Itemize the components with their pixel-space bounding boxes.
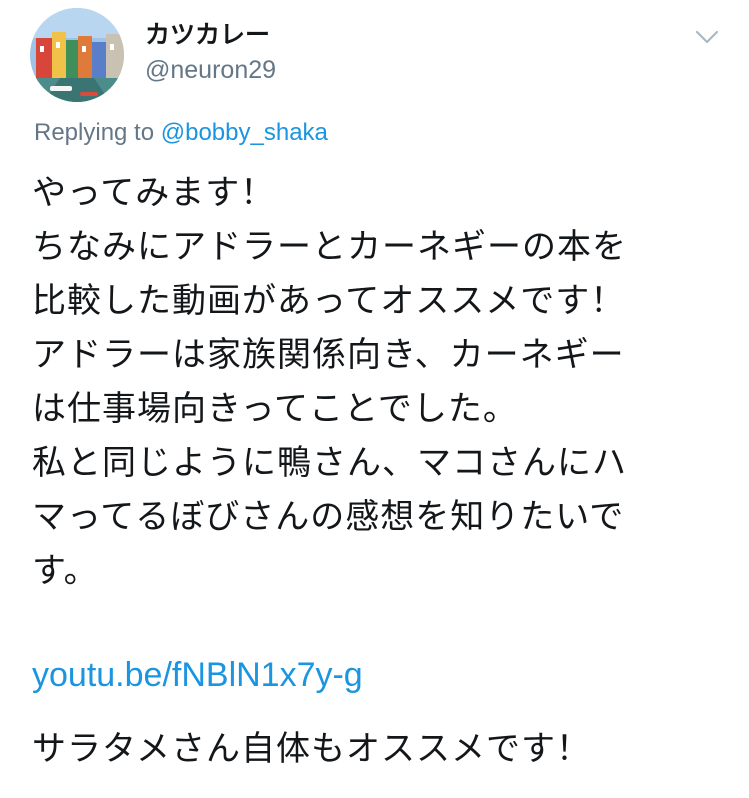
replying-to: Replying to @bobby_shaka: [34, 118, 328, 148]
avatar[interactable]: [30, 8, 124, 102]
author-handle[interactable]: @neuron29: [145, 55, 276, 85]
replying-to-label: Replying to: [34, 119, 161, 146]
tweet-text-line: 私と同じように鴨さん、マコさんにハ: [32, 443, 627, 483]
tweet-text: やってみます！ ちなみにアドラーとカーネギーの本を 比較した動画があってオススメ…: [32, 166, 732, 598]
tweet-text-line: す。: [32, 551, 99, 591]
tweet-text-last-line: サラタメさん自体もオススメです！: [32, 729, 591, 769]
youtube-link[interactable]: youtu.be/fNBlN1x7y-g: [32, 650, 363, 700]
tweet-text-line: 比較した動画があってオススメです！: [32, 281, 626, 321]
tweet: カツカレー @neuron29 Replying to @bobby_shaka…: [0, 0, 749, 798]
tweet-text-line: マってるぼびさんの感想を知りたいで: [32, 497, 625, 537]
tweet-text-line: やってみます！: [32, 173, 276, 213]
tweet-text-line: ちなみにアドラーとカーネギーの本を: [32, 227, 627, 267]
chevron-down-icon[interactable]: [692, 24, 722, 50]
avatar-photo: [30, 8, 124, 102]
tweet-text-line: アドラーは家族関係向き、カーネギー: [32, 335, 625, 375]
reply-mention-link[interactable]: @bobby_shaka: [161, 119, 328, 146]
author-display-name[interactable]: カツカレー: [145, 20, 270, 50]
tweet-text-line: は仕事場向きってことでした。: [32, 389, 518, 429]
